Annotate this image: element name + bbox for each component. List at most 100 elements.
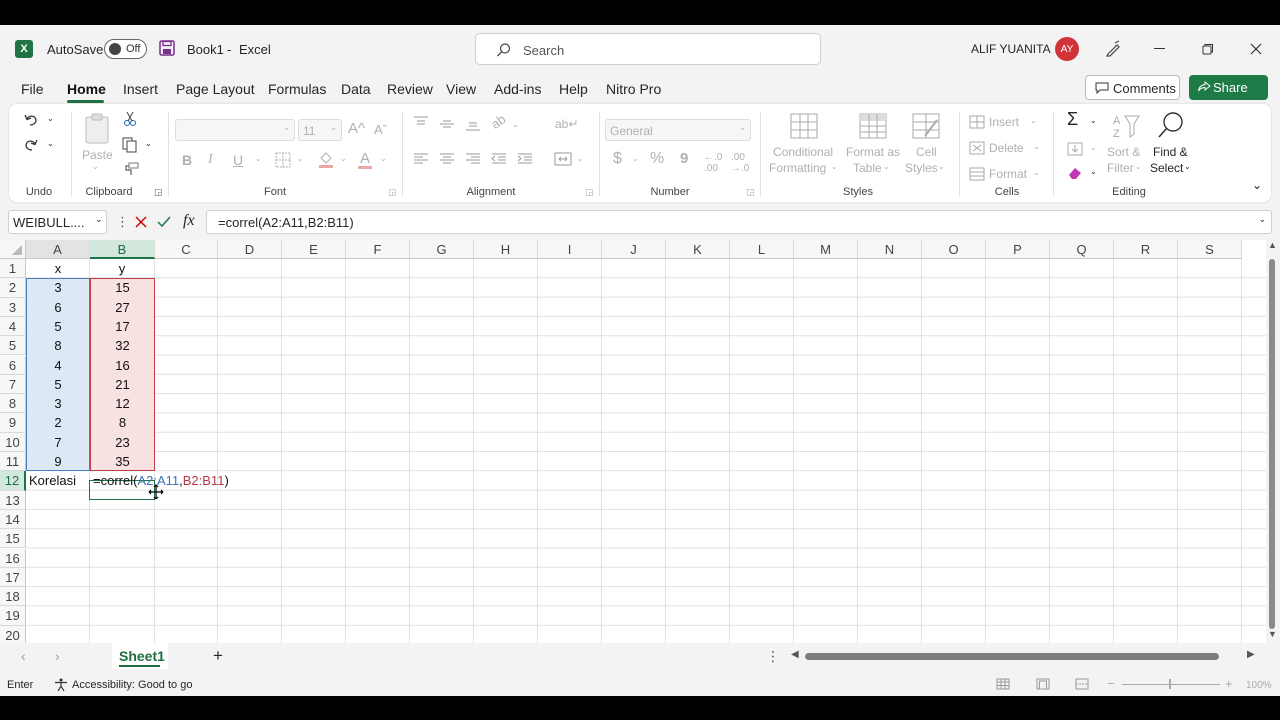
name-box-dropdown-icon[interactable]: ⌄ [95,214,103,225]
insert-function-icon[interactable]: fx [183,212,195,230]
autosum-dropdown-icon[interactable]: ⌄ [1090,116,1097,125]
scroll-down-icon[interactable]: ▼ [1268,629,1277,639]
sheet-bar-more-icon[interactable]: ⋮ [766,648,780,665]
scroll-left-icon[interactable]: ◀ [791,649,799,660]
cell-b11[interactable]: 35 [90,452,155,471]
redo-icon[interactable] [23,137,39,153]
format-cells-icon[interactable] [969,167,985,181]
currency-dropdown-icon[interactable]: ⌄ [632,154,639,163]
cell-styles-dropdown-icon[interactable]: ⌄ [938,162,945,171]
clear-dropdown-icon[interactable]: ⌄ [1090,167,1097,176]
scroll-right-icon[interactable]: ▶ [1247,649,1255,660]
cell-b2[interactable]: 15 [90,278,155,297]
cell-b8[interactable]: 12 [90,394,155,413]
align-left-icon[interactable] [413,152,429,166]
format-cells-dropdown-icon[interactable]: ⌄ [1033,168,1040,177]
sort-filter-icon[interactable]: AZ [1111,112,1141,140]
row-header-15[interactable]: 15 [0,529,26,549]
underline-button[interactable]: U [233,152,243,168]
row-header-6[interactable]: 6 [0,355,26,375]
row-header-20[interactable]: 20 [0,625,26,643]
paste-icon[interactable] [83,112,113,146]
conditional-formatting-dropdown-icon[interactable]: ⌄ [831,162,838,171]
grow-font-icon[interactable]: A^ [348,120,365,137]
tab-formulas[interactable]: Formulas [268,81,326,97]
name-box[interactable]: WEIBULL.... ⌄ [8,210,107,234]
save-icon[interactable] [159,40,175,56]
next-sheet-icon[interactable]: › [55,648,60,664]
column-header-p[interactable]: P [986,240,1050,259]
sheet-tab-sheet1[interactable]: Sheet1 [112,643,168,669]
row-header-17[interactable]: 17 [0,567,26,588]
cell-b5[interactable]: 32 [90,336,155,355]
cell-a4[interactable]: 5 [26,317,90,336]
cell-styles-icon[interactable] [911,112,941,140]
collapse-ribbon-icon[interactable]: ⌄ [1252,178,1262,192]
row-header-19[interactable]: 19 [0,606,26,626]
add-sheet-icon[interactable]: + [213,646,223,666]
zoom-slider-thumb[interactable] [1169,679,1171,689]
column-header-n[interactable]: N [858,240,922,259]
cell-b9[interactable]: 8 [90,413,155,432]
cell-a10[interactable]: 7 [26,433,90,452]
borders-dropdown-icon[interactable]: ⌄ [297,154,304,163]
alignment-launcher-icon[interactable]: ◲ [585,187,594,198]
cell-b3[interactable]: 27 [90,298,155,317]
horizontal-scroll-thumb[interactable] [805,653,1219,660]
row-header-13[interactable]: 13 [0,490,26,510]
copy-icon[interactable] [122,137,138,153]
autosave-toggle[interactable]: Off [104,39,147,59]
column-header-s[interactable]: S [1178,240,1242,259]
cell-a11[interactable]: 9 [26,452,90,471]
cell-b6[interactable]: 16 [90,356,155,375]
font-name-dropdown-icon[interactable]: ⌄ [283,123,290,132]
number-launcher-icon[interactable]: ◲ [746,187,755,198]
top-align-icon[interactable] [413,115,429,129]
comments-button[interactable]: Comments [1085,75,1180,100]
comma-style-icon[interactable]: 9 [680,150,688,167]
cut-icon[interactable] [123,111,137,127]
formula-bar-more-icon[interactable]: ⋮ [116,214,129,230]
increase-indent-icon[interactable] [517,152,533,166]
row-header-5[interactable]: 5 [0,336,26,356]
row-header-11[interactable]: 11 [0,452,26,472]
normal-view-icon[interactable] [996,678,1010,690]
row-header-1[interactable]: 1 [0,259,26,279]
row-header-4[interactable]: 4 [0,316,26,337]
cell-b1[interactable]: y [116,259,128,278]
tab-add-ins[interactable]: Add-ins [494,81,541,97]
font-size-dropdown-icon[interactable]: ⌄ [330,123,337,132]
fill-icon[interactable] [1067,142,1083,156]
column-header-i[interactable]: I [538,240,602,259]
enter-entry-icon[interactable] [157,216,171,228]
clear-icon[interactable] [1067,166,1083,180]
worksheet-grid[interactable]: ABCDEFGHIJKLMNOPQRS 1 2 3 4 5 6 7 8 9 10 11 12 13 14 1… [0,240,1266,643]
align-right-icon[interactable] [465,152,481,166]
zoom-out-icon[interactable]: − [1107,676,1115,691]
row-header-16[interactable]: 16 [0,548,26,568]
minimize-icon[interactable] [1154,48,1165,49]
delete-cells-icon[interactable] [969,141,985,155]
row-header-9[interactable]: 9 [0,413,26,433]
column-header-r[interactable]: R [1114,240,1178,259]
font-size-box[interactable]: 11 ⌄ [298,119,342,141]
column-header-g[interactable]: G [410,240,474,259]
scroll-up-icon[interactable]: ▲ [1268,240,1277,250]
number-format-dropdown-icon[interactable]: ⌄ [739,123,746,132]
find-select-icon[interactable] [1156,110,1186,140]
wrap-text-icon[interactable]: ab↵ [555,117,578,131]
borders-icon[interactable] [275,152,291,168]
tab-help[interactable]: Help [559,81,588,97]
column-header-b[interactable]: B [90,240,155,259]
pen-icon[interactable] [1104,40,1122,58]
orientation-dropdown-icon[interactable]: ⌄ [512,120,519,129]
cell-a6[interactable]: 4 [26,356,90,375]
autosum-icon[interactable]: Σ [1067,109,1078,130]
search-box[interactable]: Search [475,33,821,65]
restore-icon[interactable] [1202,43,1214,55]
tab-data[interactable]: Data [341,81,371,97]
accessibility-icon[interactable] [54,678,68,692]
cell-a2[interactable]: 3 [26,278,90,297]
increase-decimal-icon[interactable]: ←.0.00 [704,152,722,174]
tab-view[interactable]: View [446,81,476,97]
